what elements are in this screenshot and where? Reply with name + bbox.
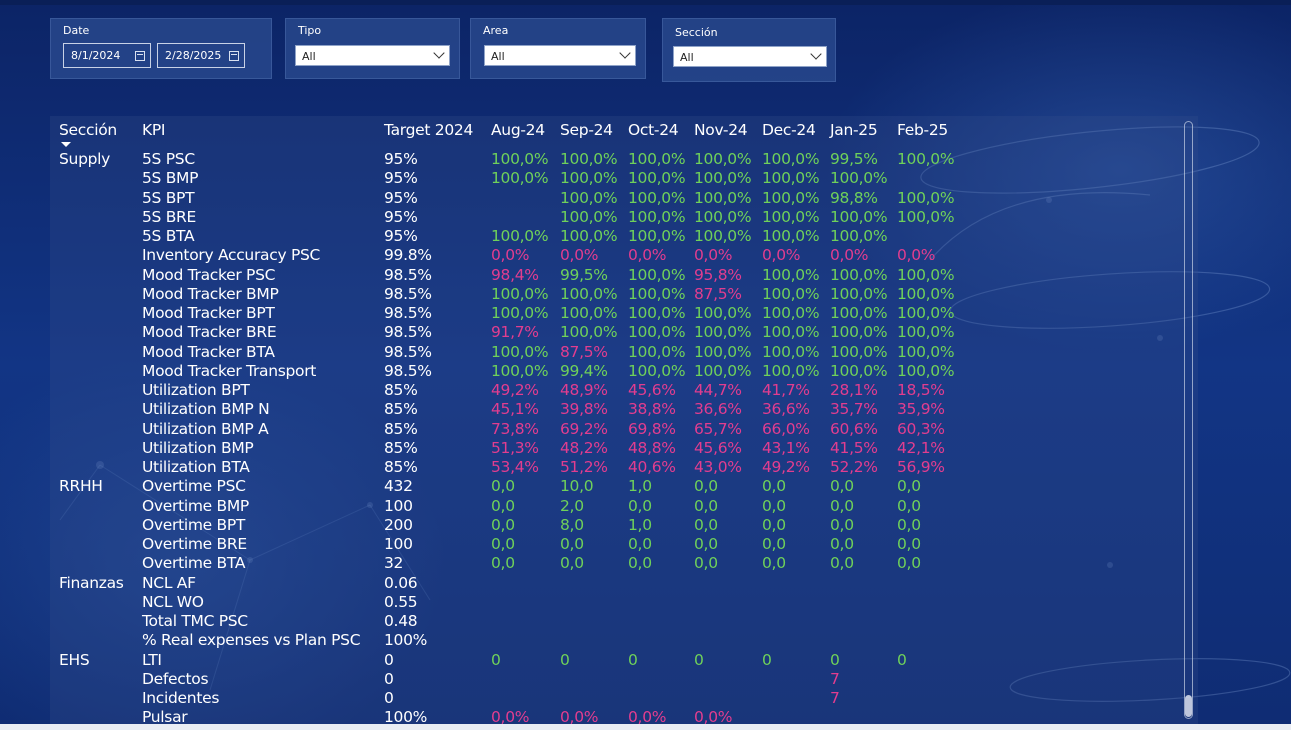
seccion-filter-card: Sección All (662, 18, 836, 82)
tipo-filter-label: Tipo (298, 24, 322, 37)
start-date-input[interactable]: 8/1/2024 (63, 43, 151, 68)
start-date-value: 8/1/2024 (71, 49, 121, 62)
vertical-scrollbar[interactable] (1184, 121, 1193, 719)
calendar-icon[interactable] (229, 51, 239, 61)
end-date-value: 2/28/2025 (165, 49, 222, 62)
top-border (0, 0, 1291, 5)
area-filter-card: Area All (470, 18, 646, 79)
chevron-down-icon (619, 47, 631, 59)
kpi-matrix-panel (50, 116, 1198, 724)
sort-descending-icon[interactable] (61, 142, 71, 147)
seccion-dropdown[interactable]: All (673, 46, 827, 67)
area-selected-value: All (491, 50, 505, 63)
area-dropdown[interactable]: All (484, 45, 636, 66)
tipo-filter-card: Tipo All (285, 18, 460, 79)
area-filter-label: Area (483, 24, 509, 37)
chevron-down-icon (810, 48, 822, 60)
date-filter-label: Date (63, 24, 90, 37)
tipo-dropdown[interactable]: All (295, 45, 450, 66)
seccion-filter-label: Sección (675, 26, 718, 39)
tipo-selected-value: All (302, 50, 316, 63)
end-date-input[interactable]: 2/28/2025 (157, 43, 245, 68)
calendar-icon[interactable] (135, 51, 145, 61)
seccion-selected-value: All (680, 51, 694, 64)
scrollbar-thumb[interactable] (1185, 695, 1192, 717)
chevron-down-icon (433, 47, 445, 59)
bottom-bar (0, 724, 1291, 730)
date-filter-card: Date 8/1/2024 2/28/2025 (50, 18, 272, 79)
